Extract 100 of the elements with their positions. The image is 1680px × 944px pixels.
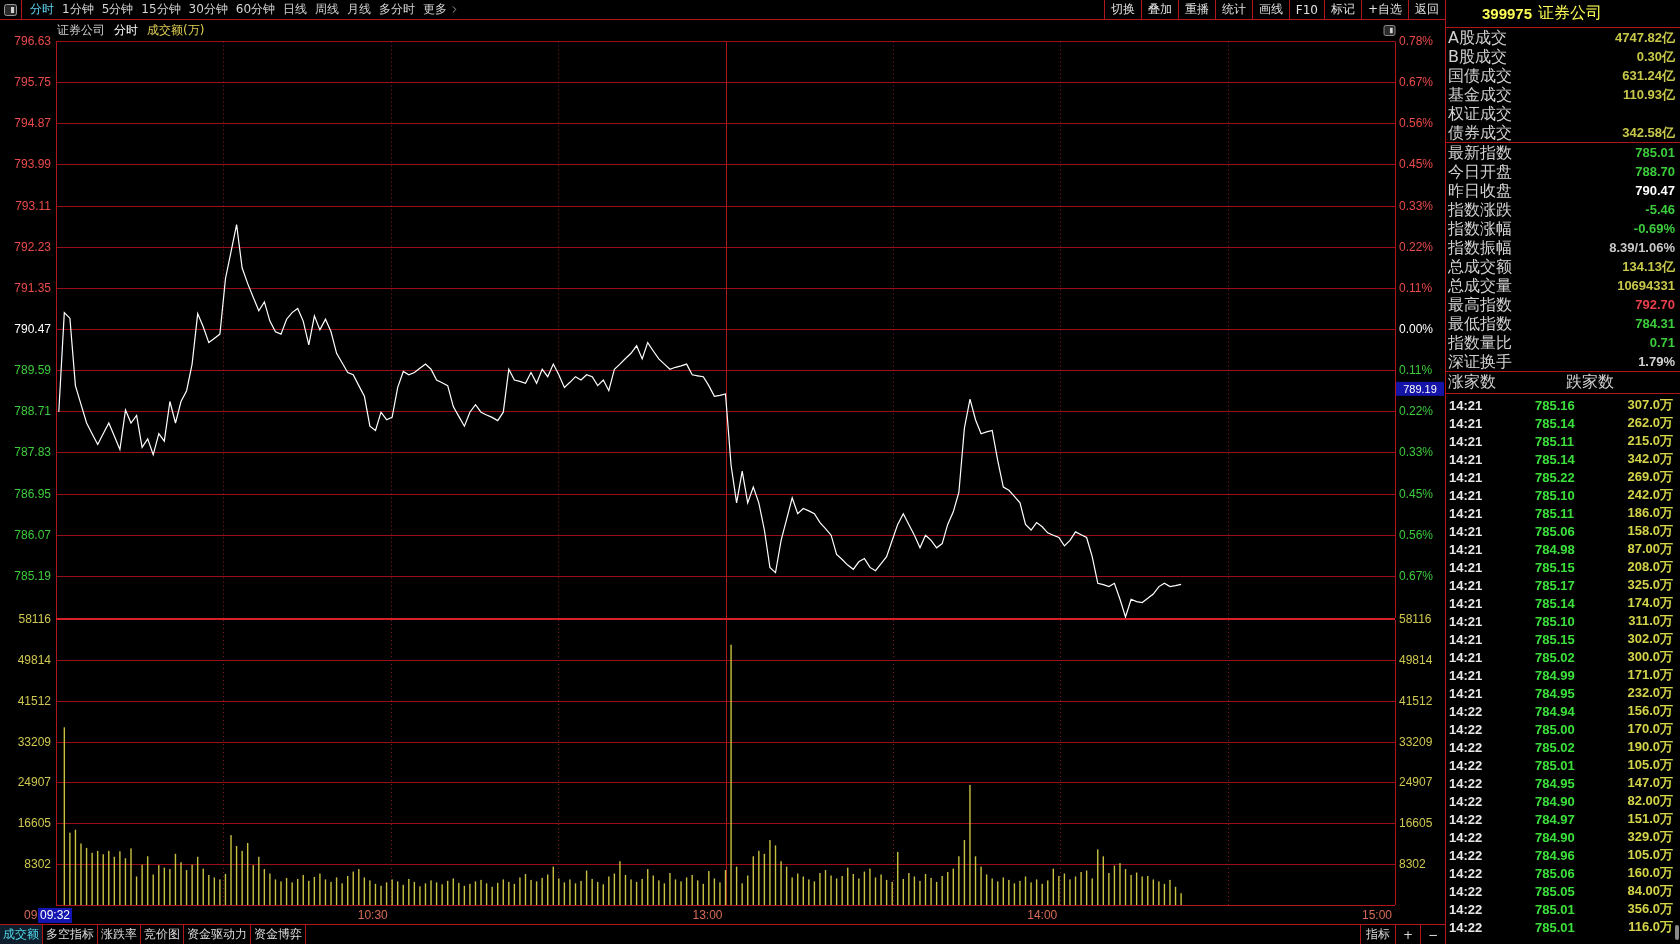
tick-price: 785.10	[1535, 613, 1576, 629]
tick-time: 14:21	[1449, 505, 1484, 521]
tick-volume: 151.0万	[1627, 810, 1673, 828]
tick-volume: 87.00万	[1627, 540, 1673, 558]
stat-label: 今日开盘	[1448, 162, 1512, 181]
tick-time: 14:21	[1449, 451, 1484, 467]
tick-price: 784.90	[1535, 829, 1576, 845]
tick-price: 785.02	[1535, 739, 1576, 755]
stat-value: 0.71	[1649, 335, 1675, 350]
percent-axis-label: 0.56%	[1399, 116, 1434, 131]
tick-volume: 147.0万	[1627, 774, 1673, 792]
stat-value: 342.58亿	[1622, 123, 1675, 142]
tick-volume: 269.0万	[1627, 468, 1673, 486]
indicator-title: 成交额(万)	[147, 21, 205, 39]
tick-volume: 356.0万	[1627, 900, 1673, 918]
percent-axis-label: 0.45%	[1399, 157, 1434, 172]
volume-axis-label: 49814	[1399, 652, 1433, 667]
tick-time: 14:22	[1449, 721, 1484, 737]
tick-volume: 242.0万	[1627, 486, 1673, 504]
tick-volume: 190.0万	[1627, 738, 1673, 756]
tick-volume: 262.0万	[1627, 414, 1673, 432]
tick-volume: 300.0万	[1627, 648, 1673, 666]
price-axis-label: 796.63	[14, 34, 51, 48]
percent-axis-label: 0.22%	[1399, 239, 1434, 254]
stat-value: 790.47	[1635, 183, 1675, 198]
cursor-time-label: 09:32	[38, 908, 73, 923]
price-axis-label: 786.95	[14, 486, 51, 501]
breadth-label: 跌家数	[1566, 372, 1615, 393]
time-axis-label: 15:00	[1361, 908, 1392, 922]
tick-volume: 160.0万	[1627, 864, 1673, 882]
tick-time: 14:21	[1449, 469, 1484, 485]
percent-axis-label: 0.56%	[1399, 527, 1434, 542]
tick-volume: 156.0万	[1627, 702, 1673, 720]
price-axis-label: 791.35	[14, 280, 51, 295]
percent-axis-label: 0.78%	[1399, 34, 1434, 48]
percent-axis-label: 0.67%	[1399, 75, 1434, 90]
volume-axis-label: 41512	[1399, 693, 1433, 708]
stat-label: 深证换手	[1448, 352, 1512, 371]
tick-price: 784.96	[1535, 847, 1576, 863]
stat-value: 4747.82亿	[1615, 28, 1675, 47]
tick-volume: 171.0万	[1627, 666, 1673, 684]
stat-label: 指数量比	[1448, 333, 1512, 352]
tick-time: 14:21	[1449, 415, 1484, 431]
tick-price: 784.95	[1535, 775, 1576, 791]
tick-price: 784.98	[1535, 541, 1576, 557]
tick-volume: 307.0万	[1627, 396, 1673, 414]
tick-volume: 342.0万	[1627, 450, 1673, 468]
tick-price: 785.17	[1535, 577, 1576, 593]
stat-value: 784.31	[1635, 316, 1675, 331]
tick-price: 785.22	[1535, 469, 1576, 485]
price-axis-label: 787.83	[14, 445, 51, 460]
volume-axis-label: 33209	[1399, 734, 1433, 749]
tick-volume: 84.00万	[1627, 882, 1673, 900]
stat-value: 785.01	[1635, 145, 1675, 160]
tick-volume: 105.0万	[1627, 756, 1673, 774]
tick-time: 14:22	[1449, 847, 1484, 863]
percent-axis-label: 0.22%	[1399, 404, 1434, 419]
price-axis-label: 794.87	[14, 116, 51, 131]
stat-value: -5.46	[1645, 202, 1675, 217]
tick-price: 785.11	[1535, 505, 1576, 521]
stat-value: 8.39/1.06%	[1609, 240, 1675, 255]
stat-label: 国债成交	[1448, 66, 1512, 85]
stat-value: 1.79%	[1638, 354, 1675, 369]
tick-price: 785.15	[1535, 631, 1576, 647]
tick-volume: 232.0万	[1627, 684, 1673, 702]
stat-value: -0.69%	[1633, 221, 1675, 236]
tick-volume: 215.0万	[1627, 432, 1673, 450]
volume-axis-label: 24907	[17, 775, 51, 790]
volume-axis-label: 16605	[1399, 816, 1433, 831]
price-axis-label: 793.11	[15, 198, 51, 213]
period-title: 分时	[114, 21, 138, 39]
tick-volume: 82.00万	[1627, 792, 1673, 810]
stat-label: 指数涨幅	[1448, 219, 1512, 238]
tick-time: 14:22	[1449, 757, 1484, 773]
tick-time: 14:21	[1449, 397, 1484, 413]
tick-time: 14:22	[1449, 883, 1484, 899]
tick-volume: 105.0万	[1627, 846, 1673, 864]
volume-axis-label: 58116	[1399, 612, 1432, 626]
tick-time: 14:21	[1449, 631, 1484, 647]
price-axis-label: 788.71	[14, 404, 51, 419]
volume-axis-label: 33209	[17, 734, 51, 749]
tick-price: 785.10	[1535, 487, 1576, 503]
percent-axis-label: 0.11%	[1399, 363, 1433, 378]
percent-axis-label: 0.67%	[1399, 568, 1434, 583]
stat-label: 昨日收盘	[1448, 181, 1512, 200]
price-axis-label: 795.75	[14, 75, 51, 90]
tick-time: 14:22	[1449, 901, 1484, 917]
breadth-label: 涨家数	[1448, 372, 1497, 393]
time-axis-label: 09	[24, 908, 38, 922]
time-axis-label: 10:30	[357, 908, 388, 922]
tick-price: 784.95	[1535, 685, 1576, 701]
volume-axis-label: 8302	[1399, 857, 1426, 872]
stat-value: 792.70	[1635, 297, 1675, 312]
tick-price: 785.01	[1535, 901, 1576, 917]
tick-volume: 158.0万	[1627, 522, 1673, 540]
tick-price: 785.15	[1535, 559, 1576, 575]
percent-axis-label: 0.11%	[1399, 280, 1433, 295]
stat-label: 总成交量	[1448, 276, 1512, 295]
time-axis-label: 13:00	[692, 908, 723, 922]
tick-time: 14:22	[1449, 829, 1484, 845]
